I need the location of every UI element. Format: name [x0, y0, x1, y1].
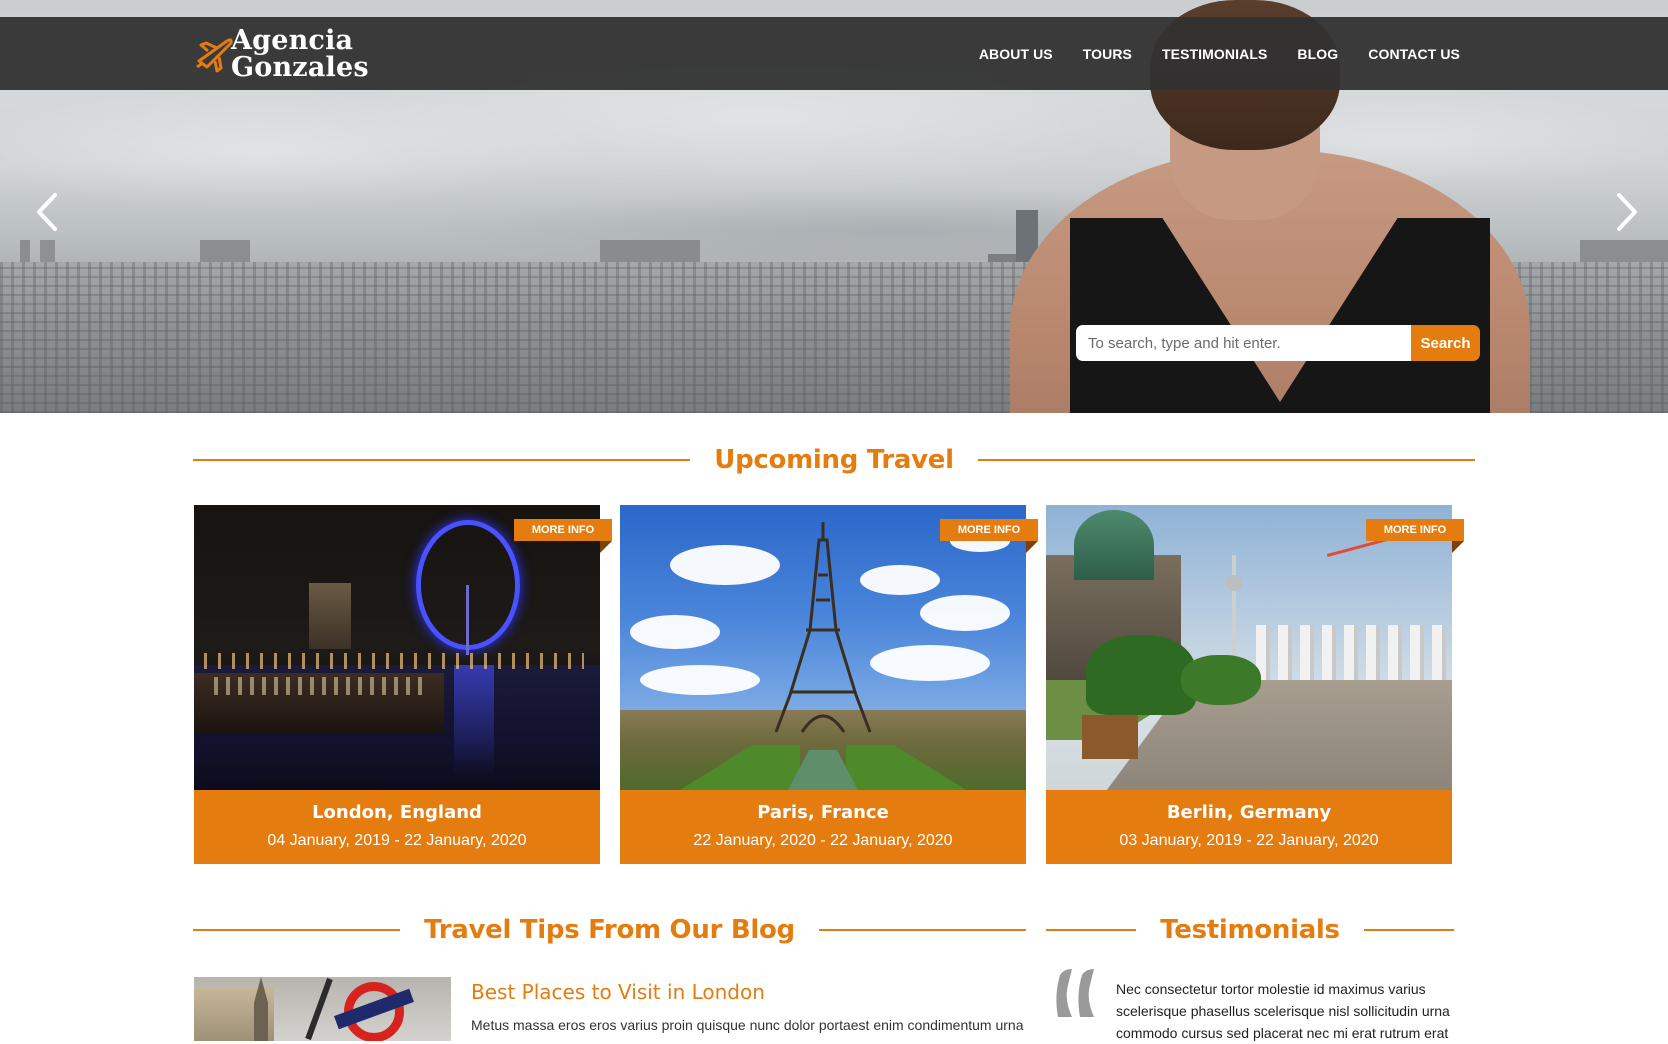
travel-card-paris[interactable]: MORE INFO Paris, France 22 January, 2020… [620, 505, 1038, 864]
search-button[interactable]: Search [1411, 325, 1480, 361]
chevron-left-icon [37, 193, 57, 231]
divider [193, 929, 401, 931]
ribbon-fold [1026, 541, 1038, 553]
hero-next-button[interactable] [1606, 190, 1646, 234]
logo[interactable]: Agencia Gonzales [193, 25, 369, 83]
london-eye-leg [466, 585, 469, 655]
travel-card-footer: Paris, France 22 January, 2020 - 22 Janu… [620, 790, 1026, 864]
travel-card-dates: 04 January, 2019 - 22 January, 2020 [267, 832, 527, 849]
cloud [870, 645, 990, 681]
travel-card-city: London, England [312, 802, 482, 823]
hero-prev-button[interactable] [28, 190, 68, 234]
london-boat-lights [214, 677, 424, 695]
logo-line-2: Gonzales [231, 52, 369, 83]
more-info-button[interactable]: MORE INFO [940, 519, 1038, 541]
berlin-trees [1181, 655, 1261, 705]
navbar: Agencia Gonzales ABOUT US TOURS TESTIMON… [0, 17, 1668, 90]
blog-post-title[interactable]: Best Places to Visit in London [471, 980, 765, 1004]
paris-photo [620, 505, 1026, 790]
berlin-dome [1074, 510, 1154, 580]
airplane-icon [196, 38, 233, 73]
nav-about-us[interactable]: ABOUT US [979, 46, 1053, 62]
testimonial-line: scelerisque phasellus scelerisque nisl s… [1116, 1003, 1450, 1019]
main-nav: ABOUT US TOURS TESTIMONIALS BLOG CONTACT… [979, 17, 1460, 90]
eiffel-tower [774, 522, 872, 733]
berlin-columns [1256, 625, 1452, 685]
thumb-pole [305, 977, 333, 1041]
blog-post-thumbnail[interactable] [194, 977, 451, 1041]
search-form: Search [1076, 325, 1480, 361]
travel-card-dates: 03 January, 2019 - 22 January, 2020 [1119, 832, 1379, 849]
nav-tours[interactable]: TOURS [1083, 46, 1132, 62]
london-reflection [454, 665, 494, 775]
travel-card-dates: 22 January, 2020 - 22 January, 2020 [693, 832, 953, 849]
quote-icon [1056, 969, 1094, 1017]
travel-card-image [194, 505, 600, 790]
travel-card-london[interactable]: MORE INFO London, England 04 January, 20… [194, 505, 612, 864]
london-building [309, 583, 351, 649]
testimonial-line: Nec consectetur tortor molestie id maxim… [1116, 981, 1426, 997]
blog-heading: Travel Tips From Our Blog [193, 910, 1027, 950]
chevron-right-icon [1617, 193, 1637, 231]
london-lights [204, 653, 584, 669]
ribbon-fold [1452, 541, 1464, 553]
nav-testimonials[interactable]: TESTIMONIALS [1162, 46, 1267, 62]
cloud [920, 595, 1010, 631]
logo-line-1: Agencia [231, 25, 354, 56]
berlin-planter [1082, 715, 1138, 759]
travel-card-footer: London, England 04 January, 2019 - 22 Ja… [194, 790, 600, 864]
travel-card-image [620, 505, 1026, 790]
divider [193, 459, 691, 461]
travel-card-footer: Berlin, Germany 03 January, 2019 - 22 Ja… [1046, 790, 1452, 864]
section-title: Testimonials [1160, 915, 1340, 945]
section-title: Upcoming Travel [714, 445, 954, 475]
logo-text: Agencia Gonzales [231, 27, 369, 81]
more-info-button[interactable]: MORE INFO [514, 519, 612, 541]
divider [977, 459, 1476, 461]
divider [1046, 929, 1137, 931]
ribbon-fold [600, 541, 612, 553]
travel-card-berlin[interactable]: MORE INFO Berlin, Germany 03 January, 20… [1046, 505, 1464, 864]
berlin-trees [1086, 635, 1196, 715]
cloud [630, 615, 720, 649]
travel-card-city: Paris, France [757, 802, 889, 823]
divider [818, 929, 1027, 931]
london-photo [194, 505, 600, 790]
divider [1363, 929, 1455, 931]
travel-card-image [1046, 505, 1452, 790]
cloud [640, 665, 760, 695]
berlin-photo [1046, 505, 1452, 790]
testimonials-heading: Testimonials [1046, 910, 1455, 950]
cloud [670, 545, 780, 585]
upcoming-travel-heading: Upcoming Travel [193, 440, 1476, 480]
search-input[interactable] [1076, 325, 1411, 361]
berlin-tv-tower-ball [1226, 575, 1242, 591]
more-info-button[interactable]: MORE INFO [1366, 519, 1464, 541]
nav-blog[interactable]: BLOG [1297, 46, 1338, 62]
testimonial-quote: Nec consectetur tortor molestie id maxim… [1116, 978, 1461, 1044]
travel-card-city: Berlin, Germany [1166, 802, 1332, 823]
section-title: Travel Tips From Our Blog [424, 915, 795, 945]
nav-contact-us[interactable]: CONTACT US [1368, 46, 1460, 62]
blog-post-excerpt: Metus massa eros eros varius proin quisq… [471, 1017, 1024, 1033]
